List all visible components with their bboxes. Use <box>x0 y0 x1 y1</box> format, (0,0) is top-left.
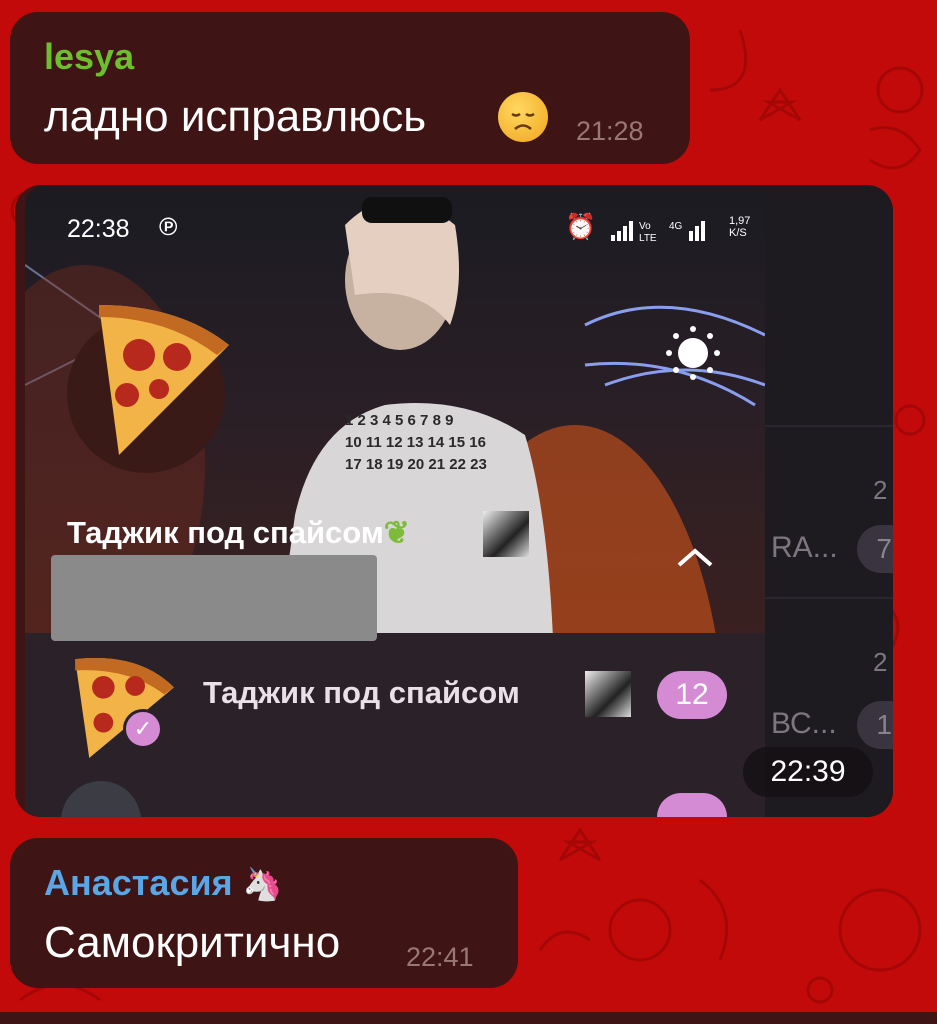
sender-name[interactable]: lesya <box>44 36 134 78</box>
side-unread-badge: 78 <box>857 525 893 573</box>
message-text: ладно исправлюсь <box>44 92 427 141</box>
leaf-icon: ❦ <box>383 515 410 550</box>
side-unread-badge: 17 <box>857 701 893 749</box>
sender-name[interactable]: Анастасия 🦄 <box>44 862 282 904</box>
message-bubble-lesya[interactable]: lesya ладно исправлюсь 21:28 <box>10 12 690 164</box>
embedded-screenshot[interactable]: 1 2 3 4 5 6 7 8 9 10 11 12 13 14 15 16 1… <box>25 185 765 817</box>
svg-text:LTE: LTE <box>639 233 657 244</box>
side-preview: RA... <box>771 531 838 564</box>
unread-badge: 12 <box>657 671 727 719</box>
side-time: 2 <box>873 475 888 505</box>
signal-icon: VoLTE 4G <box>611 221 705 244</box>
chat-name: Таджик под спайсом <box>203 675 520 710</box>
media-time-badge: 22:39 <box>743 747 873 797</box>
bottom-bar <box>0 1012 937 1024</box>
message-time: 22:41 <box>406 942 474 972</box>
sender-name-text[interactable]: Анастасия <box>44 862 233 903</box>
status-time: 22:38 <box>67 215 130 243</box>
profile-badge-image <box>483 511 529 557</box>
side-time: 2 <box>873 647 888 677</box>
profile-name-text: Таджик под спайсом <box>67 515 384 550</box>
unread-badge-partial <box>657 793 727 817</box>
pinterest-icon: ℗ <box>159 213 178 241</box>
chat-thumb <box>585 671 631 717</box>
media-message-screenshot[interactable]: 1 2 3 4 5 6 7 8 9 10 11 12 13 14 15 16 1… <box>15 185 893 817</box>
sun-icon[interactable] <box>665 325 721 381</box>
svg-text:Vo: Vo <box>639 221 651 232</box>
chat-list-item[interactable]: ✓ Таджик под спайсом 12 <box>25 645 765 765</box>
pizza-icon <box>99 305 229 455</box>
sad-face-emoji <box>498 92 548 142</box>
message-text: Самокритично <box>44 918 341 967</box>
chevron-up-icon[interactable] <box>675 545 715 569</box>
verified-check-icon: ✓ <box>123 709 163 749</box>
message-time: 21:28 <box>576 116 644 146</box>
svg-text:10 11 12 13 14 15 16: 10 11 12 13 14 15 16 <box>345 434 486 451</box>
pizza-icon <box>75 657 174 758</box>
svg-text:4G: 4G <box>669 221 683 232</box>
profile-name: Таджик под спайсом❦ <box>67 515 410 551</box>
svg-text:1 2 3 4 5 6 7 8 9: 1 2 3 4 5 6 7 8 9 <box>345 412 453 429</box>
network-speed: 1,97 K/S <box>729 215 751 239</box>
unicorn-emoji: 🦄 <box>242 866 283 902</box>
redacted-block <box>51 555 377 641</box>
profile-avatar[interactable] <box>67 305 229 473</box>
side-preview: ВС... <box>771 707 837 740</box>
side-chat-panel[interactable]: 2 RA... 78 2 ВС... 17 <box>765 185 893 817</box>
message-bubble-anastasia[interactable]: Анастасия 🦄 Самокритично 22:41 <box>10 838 518 988</box>
svg-text:17 18 19 20 21 22 23: 17 18 19 20 21 22 23 <box>345 456 487 473</box>
alarm-icon: ⏰ <box>565 213 597 241</box>
